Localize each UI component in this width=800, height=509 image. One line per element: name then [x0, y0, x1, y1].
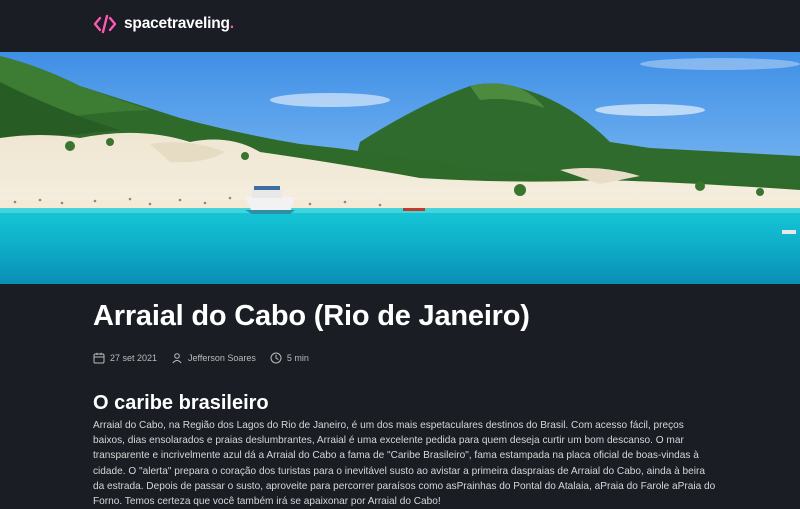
post-date-text: 27 set 2021: [110, 353, 158, 363]
brand-name: spacetraveling: [124, 15, 230, 32]
post-banner-image: [0, 52, 800, 284]
post-reading-time: 5 min: [270, 352, 309, 364]
post-content: Arraial do Cabo (Rio de Janeiro) 27 set …: [93, 284, 718, 509]
post-reading-time-text: 5 min: [286, 353, 309, 363]
user-icon: [172, 353, 182, 364]
calendar-icon: [93, 352, 105, 364]
code-brackets-icon: [93, 14, 117, 34]
post-meta: 27 set 2021 Jefferson Soares 5 min: [93, 349, 718, 367]
brand-dot: .: [229, 15, 235, 32]
post-author-text: Jefferson Soares: [188, 353, 256, 363]
site-header: spacetraveling .: [0, 0, 800, 52]
section-body: Arraial do Cabo, na Região dos Lagos do …: [93, 420, 716, 508]
section-heading: O caribe brasileiro: [93, 392, 269, 414]
beach-landscape-image: [0, 52, 800, 284]
post-date: 27 set 2021: [93, 352, 157, 364]
logo[interactable]: spacetraveling .: [93, 14, 234, 34]
clock-icon: [270, 352, 282, 364]
post-title: Arraial do Cabo (Rio de Janeiro): [93, 300, 530, 332]
post-author: Jefferson Soares: [171, 352, 256, 364]
